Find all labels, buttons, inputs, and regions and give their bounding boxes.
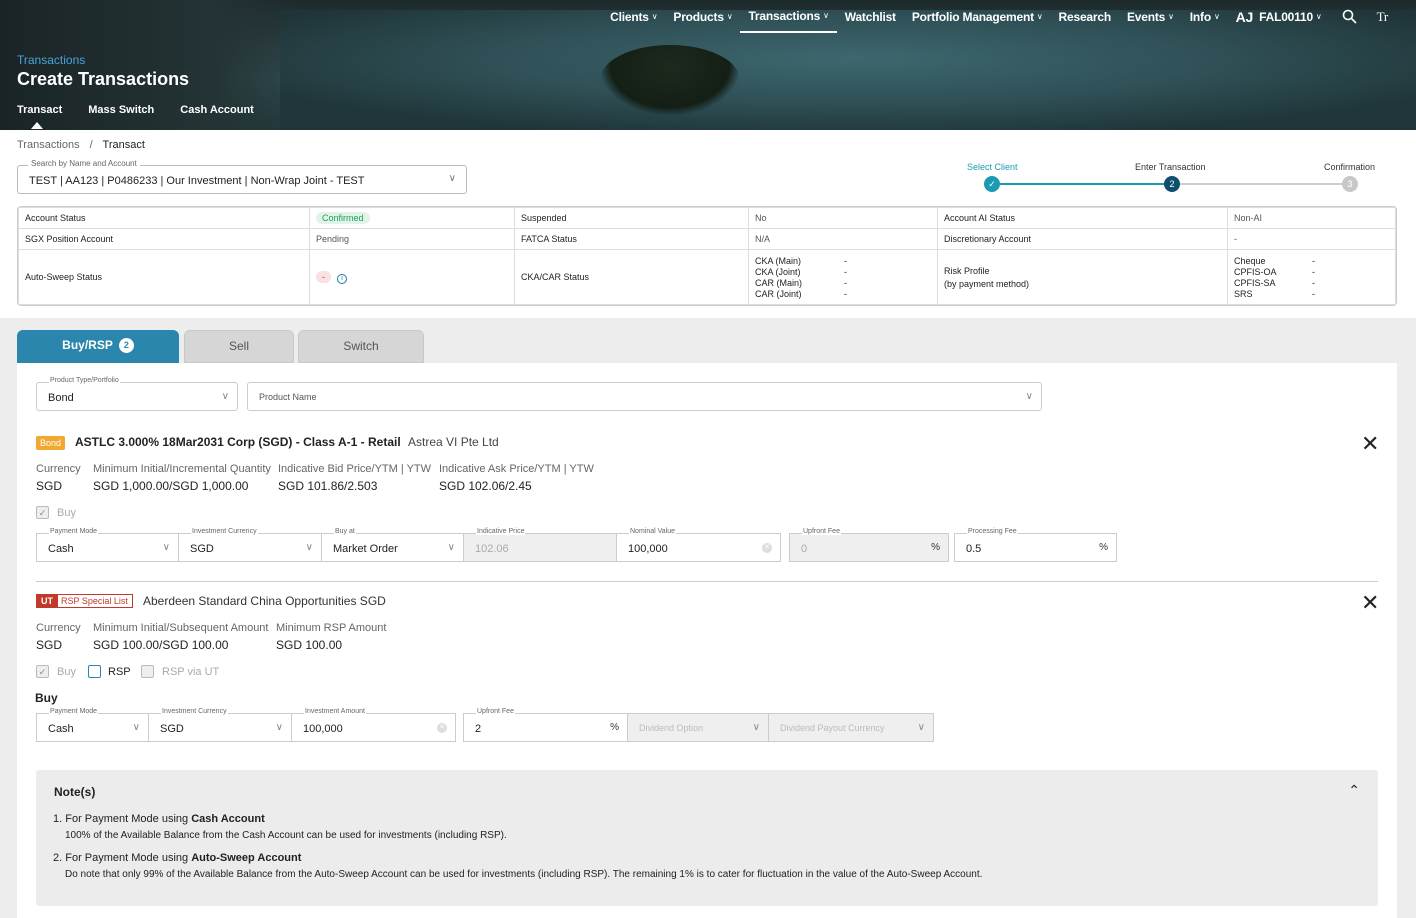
- bond-tag: Bond: [36, 436, 66, 450]
- sweep-status-badge: -: [316, 270, 331, 283]
- chevron-down-icon: ∨: [726, 12, 733, 21]
- close-icon[interactable]: ✕: [1361, 592, 1379, 614]
- nav-info[interactable]: Info ∨: [1182, 0, 1228, 33]
- close-icon[interactable]: ✕: [1361, 433, 1379, 455]
- page-subtitle[interactable]: Transactions: [17, 53, 85, 67]
- buy-at-select[interactable]: Buy at Market Order ∨: [321, 528, 464, 562]
- chevron-down-icon: ∨: [132, 722, 140, 733]
- rsp-via-ut-checkbox[interactable]: [141, 665, 154, 678]
- chevron-down-icon: ∨: [1036, 12, 1043, 21]
- ut-buy-checkbox[interactable]: ✓: [36, 665, 49, 678]
- info-icon[interactable]: i: [337, 273, 347, 284]
- product-name-select[interactable]: Product Name ∨: [247, 382, 1042, 411]
- investment-currency-select[interactable]: Investment Currency SGD ∨: [178, 528, 322, 562]
- product-type-select[interactable]: Product Type/Portfolio Bond ∨: [36, 377, 238, 411]
- header-tabs: Transact Mass Switch Cash Account: [17, 104, 254, 129]
- chevron-up-icon[interactable]: ⌃: [1348, 782, 1360, 799]
- client-search-value: TEST | AA123 | P0486233 | Our Investment…: [29, 175, 365, 187]
- font-size-icon[interactable]: Tr: [1369, 0, 1396, 33]
- user-menu[interactable]: AJ FAL00110 ∨: [1228, 0, 1330, 33]
- chevron-down-icon: ∨: [1315, 12, 1322, 21]
- tab-cash-account[interactable]: Cash Account: [180, 104, 254, 116]
- clear-icon[interactable]: ✕: [762, 543, 772, 553]
- ut-investment-currency-select[interactable]: Investment Currency SGD ∨: [148, 708, 292, 742]
- client-search-select[interactable]: Search by Name and Account TEST | AA123 …: [17, 159, 467, 194]
- processing-fee-input[interactable]: Processing Fee 0.5%: [954, 528, 1117, 562]
- tab-switch[interactable]: Switch: [298, 330, 424, 363]
- top-nav: Clients ∨ Products ∨ Transactions ∨ Watchli…: [602, 0, 1396, 33]
- chevron-down-icon: ∨: [447, 542, 455, 553]
- step-confirmation: Confirmation: [1324, 162, 1376, 172]
- ut-payment-mode-select[interactable]: Payment Mode Cash ∨: [36, 708, 149, 742]
- search-icon[interactable]: [1330, 0, 1369, 33]
- step-2-dot: 2: [1164, 176, 1180, 192]
- chevron-down-icon: ∨: [1213, 12, 1220, 21]
- chevron-down-icon: ∨: [162, 542, 170, 553]
- notes-title: Note(s): [54, 785, 96, 799]
- nav-watchlist[interactable]: Watchlist: [837, 0, 904, 33]
- chevron-down-icon: ∨: [1168, 12, 1174, 21]
- progress-stepper: Select Client Enter Transaction Confirma…: [960, 160, 1380, 196]
- bond-issuer: Astrea VI Pte Ltd: [408, 435, 499, 449]
- dividend-payout-currency-select: Dividend Payout Currency ∨: [768, 713, 934, 742]
- ut-tag: UT: [36, 594, 58, 608]
- chevron-down-icon: ∨: [752, 722, 760, 733]
- chevron-down-icon: ∨: [221, 391, 229, 402]
- breadcrumb-transactions[interactable]: Transactions: [17, 139, 80, 151]
- nav-research[interactable]: Research: [1051, 0, 1119, 33]
- rsp-special-list-tag: RSP Special List: [56, 594, 133, 608]
- nav-clients[interactable]: Clients ∨: [602, 0, 665, 33]
- divider: [36, 581, 1378, 582]
- notes-panel: Note(s) ⌃ 1. For Payment Mode using Cash…: [36, 770, 1378, 906]
- chevron-down-icon: ∨: [275, 722, 283, 733]
- avatar: AJ: [1235, 8, 1254, 25]
- risk-profile-list: Cheque - CPFIS-OA - CPFIS-SA - SRS -: [1234, 255, 1315, 299]
- check-icon: ✓: [984, 176, 1000, 192]
- nav-events[interactable]: Events ∨: [1119, 0, 1182, 33]
- status-badge: Confirmed: [316, 212, 370, 224]
- buy-section-heading: Buy: [35, 691, 58, 705]
- chevron-down-icon: ∨: [1025, 391, 1033, 402]
- account-info-table: Account Status Confirmed Suspended No Ac…: [17, 206, 1397, 306]
- chevron-down-icon: ∨: [823, 11, 829, 20]
- breadcrumb: Transactions / Transact: [17, 139, 145, 151]
- clear-icon[interactable]: ✕: [437, 723, 447, 733]
- count-badge: 2: [118, 338, 134, 354]
- investment-amount-input[interactable]: Investment Amount 100,000 ✕: [291, 708, 456, 742]
- breadcrumb-current: Transact: [102, 139, 145, 151]
- chevron-down-icon: ∨: [917, 722, 925, 733]
- step-3-dot: 3: [1342, 176, 1358, 192]
- ut-upfront-fee-input[interactable]: Upfront Fee 2%: [463, 708, 628, 742]
- chevron-down-icon: ∨: [305, 542, 313, 553]
- page-title: Create Transactions: [17, 69, 190, 89]
- bond-product-name: ASTLC 3.000% 18Mar2031 Corp (SGD) - Clas…: [75, 435, 401, 449]
- payment-mode-select[interactable]: Payment Mode Cash ∨: [36, 528, 179, 562]
- bond-buy-checkbox[interactable]: ✓: [36, 506, 49, 519]
- cka-list: CKA (Main) - CKA (Joint) - CAR (Main) - CAR…: [755, 255, 847, 299]
- chevron-down-icon: ∨: [448, 173, 456, 184]
- nav-portfolio-management[interactable]: Portfolio Management ∨: [904, 0, 1051, 33]
- nominal-value-input[interactable]: Nominal Value 100,000 ✕: [616, 528, 781, 562]
- step-select-client: Select Client: [967, 162, 1018, 172]
- dividend-option-select: Dividend Option ∨: [627, 713, 769, 742]
- nav-products[interactable]: Products ∨: [665, 0, 740, 33]
- chevron-down-icon: ∨: [651, 12, 658, 21]
- transaction-card: Product Type/Portfolio Bond ∨ Product Na…: [17, 363, 1397, 918]
- indicative-price-field: Indicative Price 102.06: [463, 528, 617, 562]
- tab-sell[interactable]: Sell: [184, 330, 294, 363]
- step-enter-transaction: Enter Transaction: [1135, 162, 1206, 172]
- tab-transact[interactable]: Transact: [17, 104, 62, 129]
- tab-mass-switch[interactable]: Mass Switch: [88, 104, 154, 116]
- ut-product-name: Aberdeen Standard China Opportunities SG…: [143, 594, 386, 608]
- nav-transactions[interactable]: Transactions ∨: [740, 0, 837, 33]
- rsp-checkbox[interactable]: [88, 665, 101, 678]
- tab-buy-rsp[interactable]: Buy/RSP 2: [17, 330, 179, 363]
- upfront-fee-field: Upfront Fee 0%: [789, 528, 949, 562]
